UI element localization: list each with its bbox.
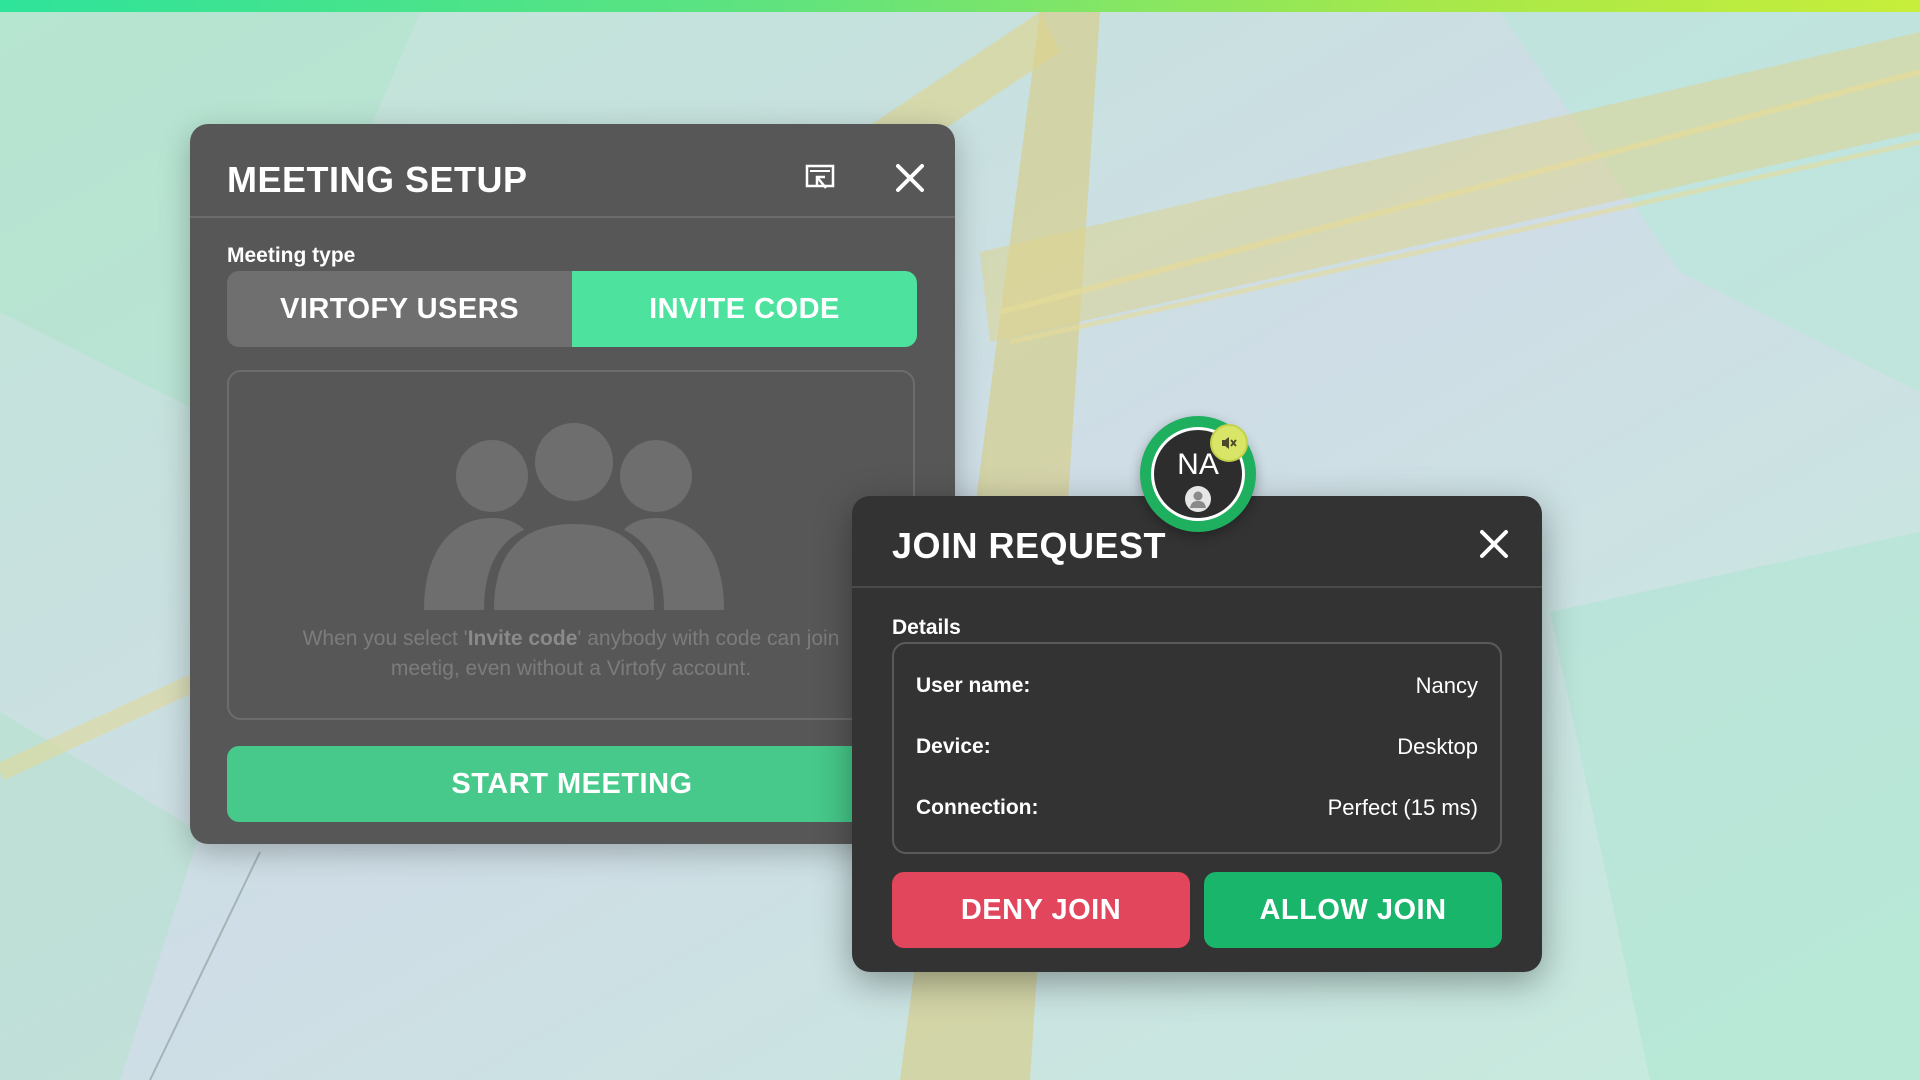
detail-row-connection: Connection: Perfect (15 ms) — [916, 790, 1478, 826]
allow-join-button[interactable]: ALLOW JOIN — [1204, 872, 1502, 948]
meeting-setup-title: MEETING SETUP — [227, 159, 528, 200]
join-header-divider — [852, 586, 1542, 588]
detail-value: Perfect (15 ms) — [1327, 795, 1478, 820]
popout-button[interactable] — [796, 154, 844, 202]
mute-icon — [1222, 437, 1237, 449]
mute-badge — [1210, 424, 1248, 462]
popout-icon — [805, 164, 835, 189]
person-icon — [1185, 486, 1211, 512]
detail-label: Connection: — [916, 796, 1039, 819]
option-virtofy-users[interactable]: VIRTOFY USERS — [227, 271, 572, 347]
join-request-panel: JOIN REQUEST Details User name: Nancy De… — [852, 496, 1542, 972]
join-close-button[interactable] — [1470, 520, 1518, 568]
detail-label: Device: — [916, 735, 991, 758]
close-button[interactable] — [886, 154, 934, 202]
details-label: Details — [892, 616, 961, 639]
people-group-icon — [424, 420, 724, 610]
invite-info-box: When you select 'Invite code' anybody wi… — [227, 370, 915, 720]
close-icon — [896, 164, 924, 192]
meeting-setup-panel: MEETING SETUP Meeting type VIRTOFY USERS… — [190, 124, 955, 844]
detail-value: Desktop — [1397, 734, 1478, 759]
detail-row-device: Device: Desktop — [916, 729, 1478, 765]
invite-info-text: When you select 'Invite code' anybody wi… — [302, 627, 840, 680]
option-invite-code[interactable]: INVITE CODE — [572, 271, 917, 347]
detail-row-user-name: User name: Nancy — [916, 668, 1478, 704]
join-request-title: JOIN REQUEST — [892, 525, 1167, 566]
details-box: User name: Nancy Device: Desktop Connect… — [892, 642, 1502, 854]
detail-label: User name: — [916, 674, 1031, 697]
detail-value: Nancy — [1415, 673, 1478, 698]
header-divider — [190, 216, 955, 218]
close-icon — [1480, 530, 1508, 558]
meeting-type-label: Meeting type — [227, 244, 356, 267]
deny-join-button[interactable]: DENY JOIN — [892, 872, 1190, 948]
meeting-type-selector: VIRTOFY USERS INVITE CODE — [227, 271, 917, 347]
top-accent-bar — [0, 0, 1920, 12]
start-meeting-button[interactable]: START MEETING — [227, 746, 917, 822]
